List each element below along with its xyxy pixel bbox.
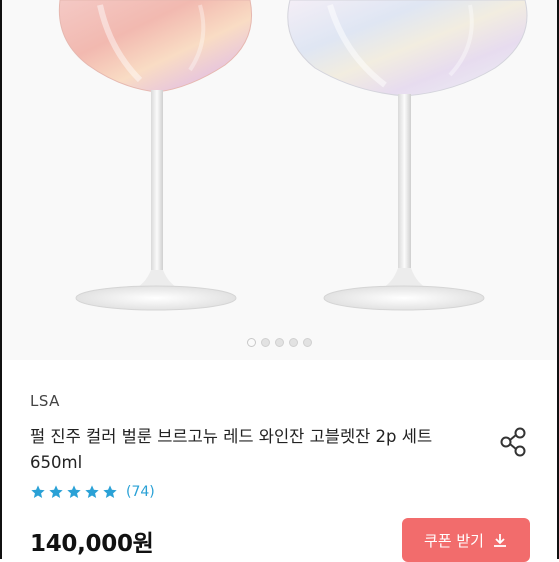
- product-title: 펄 진주 컬러 벌룬 브르고뉴 레드 와인잔 고블렛잔 2p 세트 650ml: [30, 427, 433, 472]
- gallery-dot[interactable]: [247, 338, 256, 347]
- gallery-pagination: [0, 338, 559, 347]
- review-count[interactable]: (74): [126, 484, 155, 500]
- share-button[interactable]: [496, 424, 532, 460]
- brand-name[interactable]: LSA: [30, 392, 60, 410]
- product-image-gallery[interactable]: [0, 0, 559, 360]
- star-icon: [85, 485, 99, 498]
- gallery-dot[interactable]: [261, 338, 270, 347]
- star-icon: [67, 485, 81, 498]
- star-icon: [31, 485, 45, 498]
- share-icon: [500, 427, 526, 457]
- wine-glasses-image: [0, 0, 559, 360]
- coupon-label: 쿠폰 받기: [424, 531, 484, 550]
- gallery-dot[interactable]: [303, 338, 312, 347]
- coupon-download-button[interactable]: 쿠폰 받기: [402, 518, 530, 562]
- price: 140,000원: [30, 531, 154, 557]
- star-icon: [103, 485, 117, 498]
- star-icon: [49, 485, 63, 498]
- download-icon: [493, 534, 506, 547]
- gallery-dot[interactable]: [275, 338, 284, 347]
- gallery-dot[interactable]: [289, 338, 298, 347]
- star-rating: [30, 484, 118, 500]
- rating[interactable]: (74): [30, 484, 155, 500]
